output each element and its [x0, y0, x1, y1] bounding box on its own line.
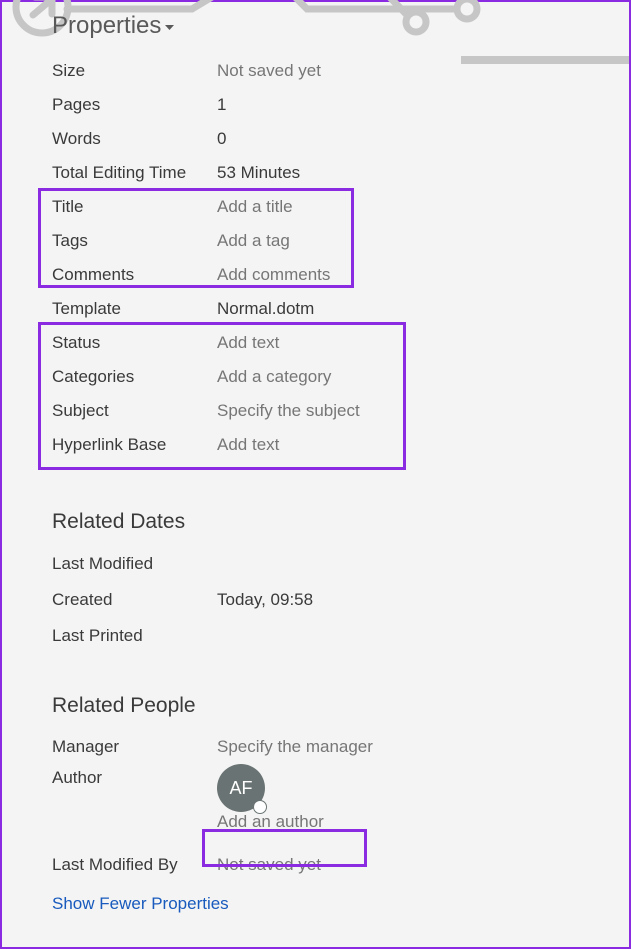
subject-label: Subject: [52, 401, 217, 421]
title-input[interactable]: Add a title: [217, 197, 293, 217]
properties-title: Properties: [52, 12, 161, 40]
status-input[interactable]: Add text: [217, 333, 279, 353]
last-modified-by-value: Not saved yet: [217, 855, 321, 875]
words-label: Words: [52, 129, 217, 149]
manager-input[interactable]: Specify the manager: [217, 737, 373, 757]
title-label: Title: [52, 197, 217, 217]
categories-label: Categories: [52, 367, 217, 387]
author-label: Author: [52, 764, 217, 788]
status-label: Status: [52, 333, 217, 353]
add-author-input[interactable]: Add an author: [217, 812, 324, 832]
categories-input[interactable]: Add a category: [217, 367, 331, 387]
template-value: Normal.dotm: [217, 299, 314, 319]
total-edit-label: Total Editing Time: [52, 163, 217, 183]
related-dates-heading: Related Dates: [52, 510, 579, 534]
created-value: Today, 09:58: [217, 590, 313, 610]
related-people-heading: Related People: [52, 694, 579, 718]
words-value: 0: [217, 129, 226, 149]
tags-label: Tags: [52, 231, 217, 251]
last-modified-label: Last Modified: [52, 554, 217, 574]
size-value: Not saved yet: [217, 61, 321, 81]
created-label: Created: [52, 590, 217, 610]
total-edit-value: 53 Minutes: [217, 163, 300, 183]
pages-label: Pages: [52, 95, 217, 115]
size-label: Size: [52, 61, 217, 81]
hyperlink-input[interactable]: Add text: [217, 435, 279, 455]
properties-dropdown[interactable]: Properties: [52, 12, 174, 40]
last-printed-label: Last Printed: [52, 626, 217, 646]
author-initials: AF: [229, 778, 252, 799]
template-label: Template: [52, 299, 217, 319]
author-avatar[interactable]: AF: [217, 764, 265, 812]
subject-input[interactable]: Specify the subject: [217, 401, 360, 421]
chevron-down-icon: [165, 18, 174, 34]
tags-input[interactable]: Add a tag: [217, 231, 290, 251]
last-modified-by-label: Last Modified By: [52, 855, 217, 875]
pages-value: 1: [217, 95, 226, 115]
hyperlink-label: Hyperlink Base: [52, 435, 217, 455]
comments-input[interactable]: Add comments: [217, 265, 330, 285]
manager-label: Manager: [52, 737, 217, 757]
presence-icon: [253, 800, 267, 814]
comments-label: Comments: [52, 265, 217, 285]
show-fewer-properties-link[interactable]: Show Fewer Properties: [52, 894, 229, 914]
